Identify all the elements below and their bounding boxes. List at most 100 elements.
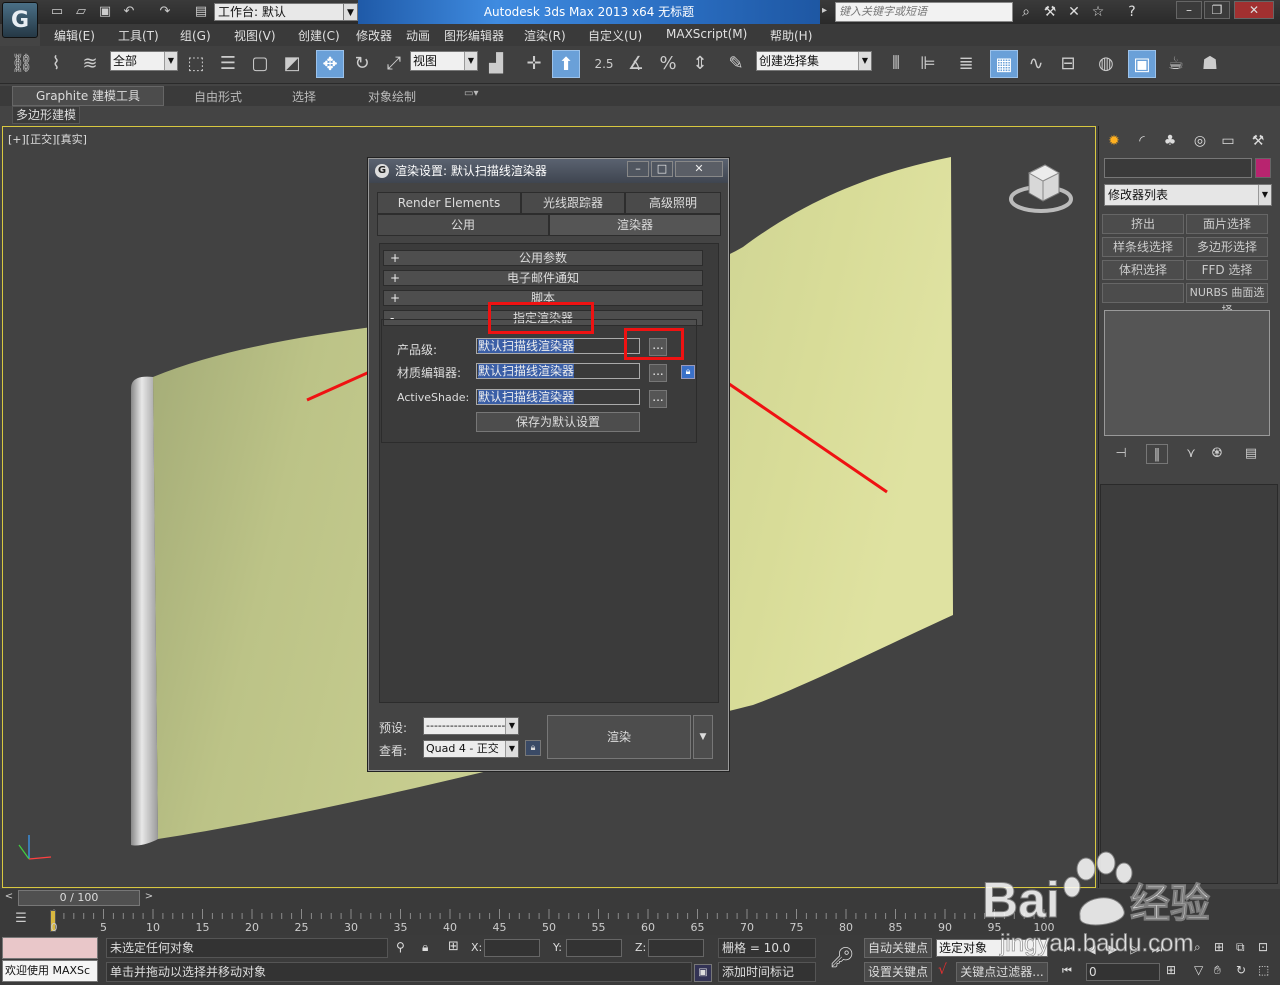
render-production-icon[interactable]: ☗ xyxy=(1196,50,1224,78)
ffd-select-button[interactable]: FFD 选择 xyxy=(1186,260,1268,280)
search-input[interactable]: 键入关键字或短语 xyxy=(835,2,1013,22)
time-tag-icon[interactable]: ▣ xyxy=(694,964,712,982)
add-time-tag[interactable]: 添加时间标记 xyxy=(718,962,816,982)
show-end-result-icon[interactable]: ‖ xyxy=(1146,444,1168,464)
rendered-frame-icon[interactable]: ☕ xyxy=(1162,50,1190,78)
material-choose-renderer-button[interactable]: ... xyxy=(649,364,667,382)
binoculars-icon[interactable]: ⌕ xyxy=(1016,3,1036,21)
menu-customize[interactable]: 自定义(U) xyxy=(588,27,642,44)
save-file-icon[interactable]: ▣ xyxy=(96,3,114,21)
activeshade-renderer-field[interactable]: 默认扫描线渲染器 xyxy=(476,389,640,405)
menu-create[interactable]: 创建(C) xyxy=(298,27,340,44)
chevron-down-icon[interactable]: ▼ xyxy=(344,3,358,21)
graphite-toggle-icon[interactable]: ▦ xyxy=(990,50,1018,78)
snaps-toggle-icon[interactable]: 2.5 xyxy=(590,50,618,78)
nurbs-surface-select-button[interactable]: NURBS 曲面选择 xyxy=(1186,283,1268,317)
search-expand-icon[interactable]: ▸ xyxy=(822,5,827,16)
spinner-snap-icon[interactable]: ⇕ xyxy=(686,50,714,78)
menu-animation[interactable]: 动画 xyxy=(406,27,430,44)
activeshade-choose-renderer-button[interactable]: ... xyxy=(649,390,667,408)
set-key-button[interactable]: 设置关键点 xyxy=(864,962,932,982)
render-button[interactable]: 渲染 xyxy=(547,715,691,759)
modify-tab-icon[interactable]: ◜ xyxy=(1130,130,1154,152)
edit-named-selection-icon[interactable]: ✎ xyxy=(722,50,750,78)
communication-icon[interactable]: ✕ xyxy=(1064,3,1084,21)
mirror-icon[interactable]: ⫴ xyxy=(882,50,910,78)
workspace-dropdown[interactable]: 工作台: 默认 xyxy=(214,3,344,21)
preset-dropdown[interactable]: -------------------- ▼ xyxy=(423,717,519,735)
patch-select-button[interactable]: 面片选择 xyxy=(1186,214,1268,234)
dialog-close-button[interactable]: ✕ xyxy=(675,161,723,177)
select-by-name-icon[interactable]: ☰ xyxy=(214,50,242,78)
remove-modifier-icon[interactable]: ♼ xyxy=(1206,444,1228,464)
ribbon-tab-selection[interactable]: 选择 xyxy=(292,88,316,105)
select-and-move-icon[interactable]: ✥ xyxy=(316,50,344,78)
render-dropdown-chevron-icon[interactable]: ▼ xyxy=(693,715,713,759)
app-logo-icon[interactable]: G xyxy=(2,2,38,38)
reference-coordinate-dropdown[interactable]: 视图 ▼ xyxy=(410,51,478,71)
auto-key-button[interactable]: 自动关键点 xyxy=(864,938,932,958)
create-tab-icon[interactable]: ✹ xyxy=(1102,130,1126,152)
modifier-stack[interactable] xyxy=(1104,310,1270,436)
project-folder-icon[interactable]: ▤ xyxy=(192,3,210,21)
time-slider-thumb[interactable]: 0 / 100 xyxy=(18,890,140,906)
vol-select-button[interactable]: 体积选择 xyxy=(1102,260,1184,280)
pivot-center-icon[interactable]: ▟ xyxy=(482,50,510,78)
object-name-field[interactable] xyxy=(1104,158,1252,178)
redo-icon[interactable]: ↷ xyxy=(156,3,174,21)
set-key-mode-icon[interactable]: 🔑︎ xyxy=(826,945,858,975)
motion-tab-icon[interactable]: ◎ xyxy=(1188,130,1212,152)
layer-manager-icon[interactable]: ≣ xyxy=(952,50,980,78)
ribbon-options-icon[interactable]: ▭▾ xyxy=(464,88,478,99)
minimize-button[interactable]: – xyxy=(1176,1,1202,19)
tab-renderer[interactable]: 渲染器 xyxy=(549,214,721,236)
viewcube-icon[interactable] xyxy=(1007,157,1077,217)
close-button[interactable]: ✕ xyxy=(1234,1,1274,19)
dialog-maximize-button[interactable]: □ xyxy=(651,161,673,177)
open-file-icon[interactable]: ▱ xyxy=(72,3,90,21)
favorites-icon[interactable]: ☆ xyxy=(1088,3,1108,21)
tab-raytracer[interactable]: 光线跟踪器 xyxy=(521,192,625,214)
save-as-defaults-button[interactable]: 保存为默认设置 xyxy=(476,412,640,432)
menu-edit[interactable]: 编辑(E) xyxy=(54,27,95,44)
utilities-tab-icon[interactable]: ⚒ xyxy=(1246,130,1270,152)
z-coordinate-field[interactable] xyxy=(648,939,704,957)
menu-views[interactable]: 视图(V) xyxy=(234,27,276,44)
tab-render-elements[interactable]: Render Elements xyxy=(377,192,521,214)
menu-help[interactable]: 帮助(H) xyxy=(770,27,812,44)
tab-advanced-lighting[interactable]: 高级照明 xyxy=(625,192,721,214)
subscription-icon[interactable]: ⚒ xyxy=(1040,3,1060,21)
angle-snap-icon[interactable]: ∡ xyxy=(622,50,650,78)
view-lock-icon[interactable]: 🔒︎ xyxy=(525,740,541,756)
tab-common[interactable]: 公用 xyxy=(377,214,549,236)
view-dropdown[interactable]: Quad 4 - 正交 ▼ xyxy=(423,740,519,758)
menu-rendering[interactable]: 渲染(R) xyxy=(524,27,566,44)
material-editor-renderer-field[interactable]: 默认扫描线渲染器 xyxy=(476,363,640,379)
named-selection-dropdown[interactable]: 创建选择集 ▼ xyxy=(756,51,872,71)
menu-graph-editors[interactable]: 图形编辑器 xyxy=(444,27,504,44)
select-manipulate-icon[interactable]: ✛ xyxy=(520,50,548,78)
keyboard-shortcut-override-icon[interactable]: ⬆ xyxy=(552,50,580,78)
select-and-scale-icon[interactable]: ⤢ xyxy=(380,50,408,78)
menu-tools[interactable]: 工具(T) xyxy=(118,27,159,44)
y-coordinate-field[interactable] xyxy=(566,939,622,957)
window-crossing-icon[interactable]: ◩ xyxy=(278,50,306,78)
ribbon-tab-object-paint[interactable]: 对象绘制 xyxy=(368,88,416,105)
curve-editor-icon[interactable]: ∿ xyxy=(1022,50,1050,78)
schematic-view-icon[interactable]: ⊟ xyxy=(1054,50,1082,78)
menu-group[interactable]: 组(G) xyxy=(180,27,211,44)
configure-sets-icon[interactable]: ▤ xyxy=(1240,444,1262,464)
select-object-icon[interactable]: ⬚ xyxy=(182,50,210,78)
render-setup-icon[interactable]: ▣ xyxy=(1128,50,1156,78)
material-editor-icon[interactable]: ◍ xyxy=(1092,50,1120,78)
next-frame-icon[interactable]: > xyxy=(142,891,156,905)
absolute-mode-icon[interactable]: ⊞ xyxy=(448,939,459,954)
lock-icon[interactable]: 🔒︎ xyxy=(681,365,695,379)
track-bar-menu-icon[interactable]: ☰ xyxy=(10,911,32,929)
help-icon[interactable]: ? xyxy=(1122,3,1142,21)
ribbon-sub-polygon-modeling[interactable]: 多边形建模 xyxy=(12,106,80,124)
make-unique-icon[interactable]: ⋎ xyxy=(1180,444,1202,464)
rectangle-selection-icon[interactable]: ▢ xyxy=(246,50,274,78)
select-and-rotate-icon[interactable]: ↻ xyxy=(348,50,376,78)
maxscript-label[interactable]: 欢迎使用 MAXSc xyxy=(2,960,98,982)
